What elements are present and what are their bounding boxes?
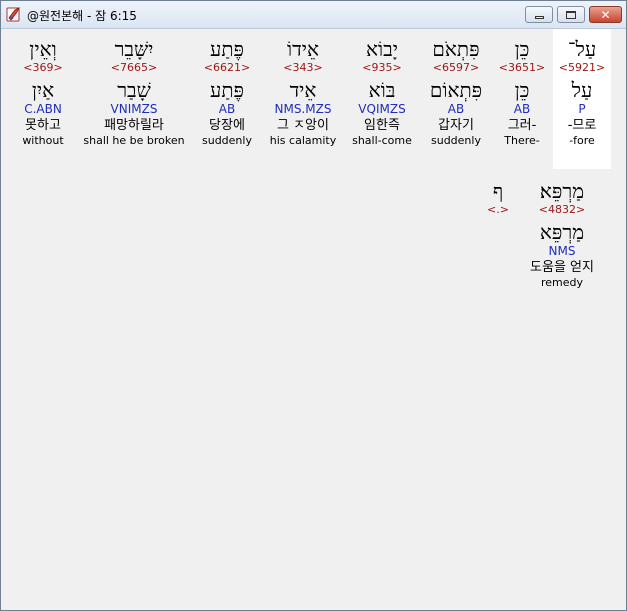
korean-gloss: 갑자기	[438, 118, 474, 133]
english-gloss: his calamity	[269, 134, 337, 147]
grammar-code: VNIMZS	[110, 102, 158, 116]
hebrew-word: מַרְפֵּא׃	[539, 179, 585, 203]
minimize-icon	[534, 15, 544, 19]
strong-number[interactable]: <.>	[481, 203, 515, 217]
word-column[interactable]: אֵידוֹ <343> אֵיד NMS.MZS 그 ㅈ앙이 his cala…	[263, 37, 343, 148]
hebrew-word: כֵּן	[514, 37, 530, 61]
app-icon	[6, 7, 20, 22]
word-column[interactable]: יָבוֹא <935> בּוֹא VQIMZS 임한즉 shall-come	[345, 37, 419, 148]
strong-number[interactable]: <6621>	[193, 61, 261, 75]
word-column[interactable]: יִשָּׁבֵר <7665> שָׁבַר VNIMZS 패망하릴라 sha…	[77, 37, 191, 148]
word-column[interactable]: כֵּן <3651> כֵּן AB 그러- There-	[493, 37, 551, 148]
app-window: @원전본해 - 잠 6:15 ✕ עַל־ <5921> עַל P -므로 -…	[0, 0, 627, 611]
grammar-code: VQIMZS	[358, 102, 406, 116]
maximize-icon	[566, 10, 576, 19]
hebrew-word: יָבוֹא	[365, 37, 398, 61]
word-column[interactable]: עַל־ <5921> עַל P -므로 -fore	[554, 37, 610, 148]
strong-number[interactable]: <5921>	[554, 61, 610, 75]
strong-number[interactable]: <7665>	[77, 61, 191, 75]
grammar-code: AB	[513, 102, 531, 116]
grammar-code: NMS.MZS	[274, 102, 332, 116]
strong-number[interactable]: <343>	[263, 61, 343, 75]
english-gloss: remedy	[540, 276, 584, 289]
korean-gloss: 패망하릴라	[104, 118, 164, 133]
hebrew-word: עַל־	[567, 37, 597, 61]
korean-gloss: 그 ㅈ앙이	[277, 118, 329, 133]
strong-number[interactable]: <3651>	[493, 61, 551, 75]
grammar-code: AB	[447, 102, 465, 116]
word-column[interactable]: מַרְפֵּא׃ <4832> מַרְפֵּא NMS 도움을 얻지 rem…	[514, 179, 610, 290]
word-column[interactable]: וְאֵין <369> אַיִן C.ABN 못하고 without	[15, 37, 71, 148]
close-button[interactable]: ✕	[589, 6, 622, 23]
strong-number[interactable]: <4832>	[514, 203, 610, 217]
grammar-code: NMS	[548, 244, 576, 258]
strong-number[interactable]: <369>	[15, 61, 71, 75]
maximize-button[interactable]	[557, 6, 585, 23]
hebrew-lemma: פֶּתַע	[210, 78, 244, 102]
english-gloss: suddenly	[202, 134, 252, 147]
korean-gloss: 임한즉	[364, 118, 400, 133]
word-column[interactable]: ף <.>	[481, 179, 515, 217]
hebrew-lemma: בּוֹא	[368, 78, 396, 102]
grammar-code: C.ABN	[24, 102, 62, 116]
hebrew-lemma: עַל	[571, 78, 593, 102]
english-gloss: -fore	[569, 134, 595, 147]
word-column[interactable]: פִּתְאֹם <6597> פִּתְאוֹם AB 갑자기 suddenl…	[421, 37, 491, 148]
hebrew-lemma: אַיִן	[31, 78, 55, 102]
hebrew-lemma: שָׁבַר	[117, 78, 151, 102]
strong-number[interactable]: <935>	[345, 61, 419, 75]
grammar-code: P	[578, 102, 586, 116]
hebrew-lemma: מַרְפֵּא	[539, 220, 585, 244]
korean-gloss: 못하고	[25, 118, 61, 133]
minimize-button[interactable]	[525, 6, 553, 23]
english-gloss: shall he be broken	[83, 134, 185, 147]
hebrew-lemma: פִּתְאוֹם	[429, 78, 483, 102]
hebrew-lemma: אֵיד	[289, 78, 317, 102]
english-gloss: There-	[504, 134, 540, 147]
english-gloss: shall-come	[352, 134, 412, 147]
english-gloss: suddenly	[431, 134, 481, 147]
english-gloss: without	[22, 134, 64, 147]
korean-gloss: 도움을 얻지	[530, 260, 594, 275]
window-title: @원전본해 - 잠 6:15	[27, 9, 137, 23]
korean-gloss: -므로	[567, 118, 597, 133]
title-bar[interactable]: @원전본해 - 잠 6:15 ✕	[1, 1, 626, 29]
strong-number[interactable]: <6597>	[421, 61, 491, 75]
hebrew-word: אֵידוֹ	[287, 37, 319, 61]
hebrew-word: ף	[492, 179, 504, 203]
hebrew-lemma: כֵּן	[514, 78, 530, 102]
hebrew-word: פֶּתַע	[210, 37, 244, 61]
korean-gloss: 당장에	[209, 118, 245, 133]
word-column[interactable]: פֶּתַע <6621> פֶּתַע AB 당장에 suddenly	[193, 37, 261, 148]
hebrew-word: וְאֵין	[29, 37, 57, 61]
korean-gloss: 그러-	[507, 118, 537, 133]
close-icon: ✕	[600, 7, 611, 22]
grammar-code: AB	[218, 102, 236, 116]
hebrew-word: פִּתְאֹם	[432, 37, 480, 61]
hebrew-word: יִשָּׁבֵר	[114, 37, 154, 61]
